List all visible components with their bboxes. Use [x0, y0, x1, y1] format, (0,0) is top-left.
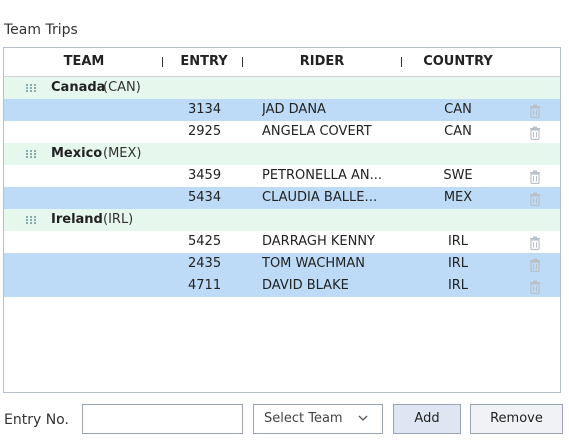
- country-cell: CAN: [444, 124, 472, 139]
- column-header-rider[interactable]: RIDER: [262, 48, 382, 76]
- group-name: Mexico: [51, 146, 103, 161]
- column-resizer[interactable]: [401, 57, 402, 67]
- trash-icon[interactable]: [529, 279, 541, 295]
- rider-cell: CLAUDIA BALLEST...: [262, 190, 384, 205]
- group-code: (MEX): [103, 146, 142, 161]
- entry-cell: 5434: [188, 190, 222, 205]
- remove-button[interactable]: Remove: [470, 404, 563, 434]
- team-select[interactable]: Select Team: [253, 404, 383, 434]
- group-code: (CAN): [103, 80, 141, 95]
- rider-cell: JAD DANA: [262, 102, 326, 117]
- rider-cell: ANGELA COVERT: [262, 124, 372, 139]
- chevron-down-icon: [358, 415, 368, 421]
- table-row[interactable]: 3459 PETRONELLA AN... SWE: [4, 165, 560, 187]
- country-cell: IRL: [447, 234, 469, 249]
- group-row[interactable]: Mexico (MEX): [4, 143, 560, 165]
- rider-cell: PETRONELLA AN...: [262, 168, 383, 183]
- column-header-entry[interactable]: ENTRY: [172, 48, 236, 76]
- grid-body: Canada (CAN) 3134 JAD DANA CAN 2925 ANGELA COV…: [4, 77, 560, 297]
- rider-cell: DAVID BLAKE: [262, 278, 349, 293]
- team-select-value: Select Team: [264, 411, 343, 426]
- grid-header: TEAM ENTRY RIDER COUNTRY: [4, 48, 560, 77]
- table-row[interactable]: 4711 DAVID BLAKE IRL: [4, 275, 560, 297]
- entry-cell: 4711: [188, 278, 222, 293]
- entry-cell: 2925: [188, 124, 222, 139]
- entry-cell: 2435: [188, 256, 222, 271]
- table-row[interactable]: 2435 TOM WACHMAN IRL: [4, 253, 560, 275]
- table-row[interactable]: 3134 JAD DANA CAN: [4, 99, 560, 121]
- country-cell: CAN: [444, 102, 472, 117]
- group-row[interactable]: Ireland (IRL): [4, 209, 560, 231]
- group-code: (IRL): [103, 212, 134, 227]
- column-header-country[interactable]: COUNTRY: [414, 48, 502, 76]
- team-trips-grid[interactable]: TEAM ENTRY RIDER COUNTRY Canada (CAN) 3134…: [3, 47, 561, 393]
- column-resizer[interactable]: [162, 57, 163, 67]
- country-cell: MEX: [443, 190, 473, 205]
- entry-cell: 5425: [188, 234, 222, 249]
- rider-cell: TOM WACHMAN: [262, 256, 366, 271]
- column-resizer[interactable]: [242, 57, 243, 67]
- add-button[interactable]: Add: [393, 404, 461, 434]
- trash-icon[interactable]: [529, 125, 541, 141]
- trash-icon[interactable]: [529, 169, 541, 185]
- entry-no-label: Entry No.: [4, 412, 69, 428]
- rider-cell: DARRAGH KENNY: [262, 234, 375, 249]
- drag-handle-icon[interactable]: [26, 216, 36, 224]
- column-resizer[interactable]: [560, 57, 561, 67]
- table-row[interactable]: 5434 CLAUDIA BALLEST... MEX: [4, 187, 560, 209]
- country-cell: IRL: [447, 278, 469, 293]
- drag-handle-icon[interactable]: [26, 150, 36, 158]
- column-header-team[interactable]: TEAM: [44, 48, 124, 76]
- group-name: Ireland: [51, 212, 103, 227]
- trash-icon[interactable]: [529, 235, 541, 251]
- entry-cell: 3134: [188, 102, 222, 117]
- country-cell: IRL: [447, 256, 469, 271]
- group-row[interactable]: Canada (CAN): [4, 77, 560, 99]
- panel-title: Team Trips: [4, 22, 78, 38]
- entry-no-input[interactable]: [82, 404, 243, 434]
- trash-icon[interactable]: [529, 257, 541, 273]
- table-row[interactable]: 5425 DARRAGH KENNY IRL: [4, 231, 560, 253]
- table-row[interactable]: 2925 ANGELA COVERT CAN: [4, 121, 560, 143]
- trash-icon[interactable]: [529, 103, 541, 119]
- drag-handle-icon[interactable]: [26, 84, 36, 92]
- entry-cell: 3459: [188, 168, 222, 183]
- trash-icon[interactable]: [529, 191, 541, 207]
- group-name: Canada: [51, 80, 106, 95]
- country-cell: SWE: [443, 168, 473, 183]
